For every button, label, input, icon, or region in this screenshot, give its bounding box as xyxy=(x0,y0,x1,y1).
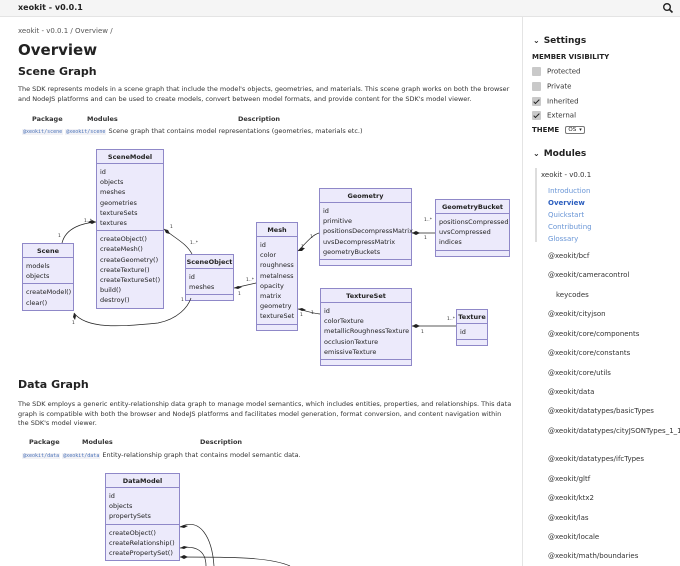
sidebar: ⌄ Settings MEMBER VISIBILITY Protected Pr… xyxy=(522,17,680,566)
visibility-option-external[interactable]: External xyxy=(532,111,576,120)
nav-link-glossary[interactable]: Glossary xyxy=(548,235,578,243)
option-label: Private xyxy=(547,82,572,91)
module-item[interactable]: keycodes xyxy=(556,291,589,299)
module-item[interactable]: @xeokit/cameracontrol xyxy=(548,271,629,279)
module-root[interactable]: xeokit - v0.0.1 xyxy=(541,171,591,179)
settings-heading: Settings xyxy=(543,36,587,46)
main-content: xeokit - v0.0.1 / Overview / Overview Sc… xyxy=(0,17,522,566)
module-item[interactable]: @xeokit/core/utils xyxy=(548,369,611,377)
composition-diamond xyxy=(180,546,188,549)
module-item[interactable]: @xeokit/datatypes/cityJSONTypes_1_1_3 xyxy=(548,427,680,436)
modules-heading: Modules xyxy=(543,149,587,159)
nav-link-quickstart[interactable]: Quickstart xyxy=(548,211,584,219)
connector-datamodel-propertysets xyxy=(179,556,291,566)
top-bar: xeokit - v0.0.1 xyxy=(0,0,680,17)
connector-datamodel-objects xyxy=(179,524,215,566)
option-label: Inherited xyxy=(547,97,579,106)
chevron-down-icon: ⌄ xyxy=(533,36,540,45)
visibility-option-protected[interactable]: Protected xyxy=(532,67,581,76)
checkbox-checked[interactable] xyxy=(532,97,541,106)
theme-label: THEME xyxy=(532,126,560,134)
module-item[interactable]: @xeokit/datatypes/basicTypes xyxy=(548,407,654,415)
nav-link-overview[interactable]: Overview xyxy=(548,199,585,207)
module-item[interactable]: @xeokit/core/components xyxy=(548,330,639,338)
module-item[interactable]: @xeokit/gltf xyxy=(548,475,590,483)
nav-link-contributing[interactable]: Contributing xyxy=(548,223,592,231)
module-item[interactable]: @xeokit/locale xyxy=(548,533,599,541)
checkbox-checked[interactable] xyxy=(532,111,541,120)
checkbox[interactable] xyxy=(532,82,541,91)
uml-connectors-data xyxy=(179,524,291,566)
app-title[interactable]: xeokit - v0.0.1 xyxy=(18,3,83,12)
chevron-down-icon: ⌄ xyxy=(533,149,540,158)
module-item[interactable]: @xeokit/data xyxy=(548,388,594,396)
theme-value: OS xyxy=(568,127,577,133)
module-item[interactable]: @xeokit/math/boundaries xyxy=(548,552,638,560)
module-item[interactable]: @xeokit/ktx2 xyxy=(548,494,594,502)
checkbox[interactable] xyxy=(532,67,541,76)
option-label: Protected xyxy=(547,67,581,76)
modules-toggle[interactable]: ⌄ Modules xyxy=(533,149,586,159)
option-label: External xyxy=(547,111,577,120)
theme-row: THEME OS ▾ xyxy=(532,126,585,134)
composition-diamond xyxy=(180,525,188,528)
member-visibility-heading: MEMBER VISIBILITY xyxy=(532,53,610,61)
module-item[interactable]: @xeokit/las xyxy=(548,514,589,522)
module-item[interactable]: @xeokit/core/constants xyxy=(548,349,630,357)
module-item[interactable]: @xeokit/datatypes/ifcTypes xyxy=(548,455,644,463)
settings-toggle[interactable]: ⌄ Settings xyxy=(533,36,586,46)
tree-guide xyxy=(535,168,537,242)
theme-select[interactable]: OS ▾ xyxy=(565,126,585,134)
composition-diamond xyxy=(180,555,188,559)
visibility-option-inherited[interactable]: Inherited xyxy=(532,97,579,106)
module-item[interactable]: @xeokit/cityjson xyxy=(548,310,606,318)
module-item[interactable]: @xeokit/bcf xyxy=(548,252,589,260)
visibility-option-private[interactable]: Private xyxy=(532,82,571,91)
chevron-down-icon: ▾ xyxy=(579,127,582,133)
search-icon[interactable] xyxy=(662,2,674,14)
nav-link-introduction[interactable]: Introduction xyxy=(548,187,590,195)
